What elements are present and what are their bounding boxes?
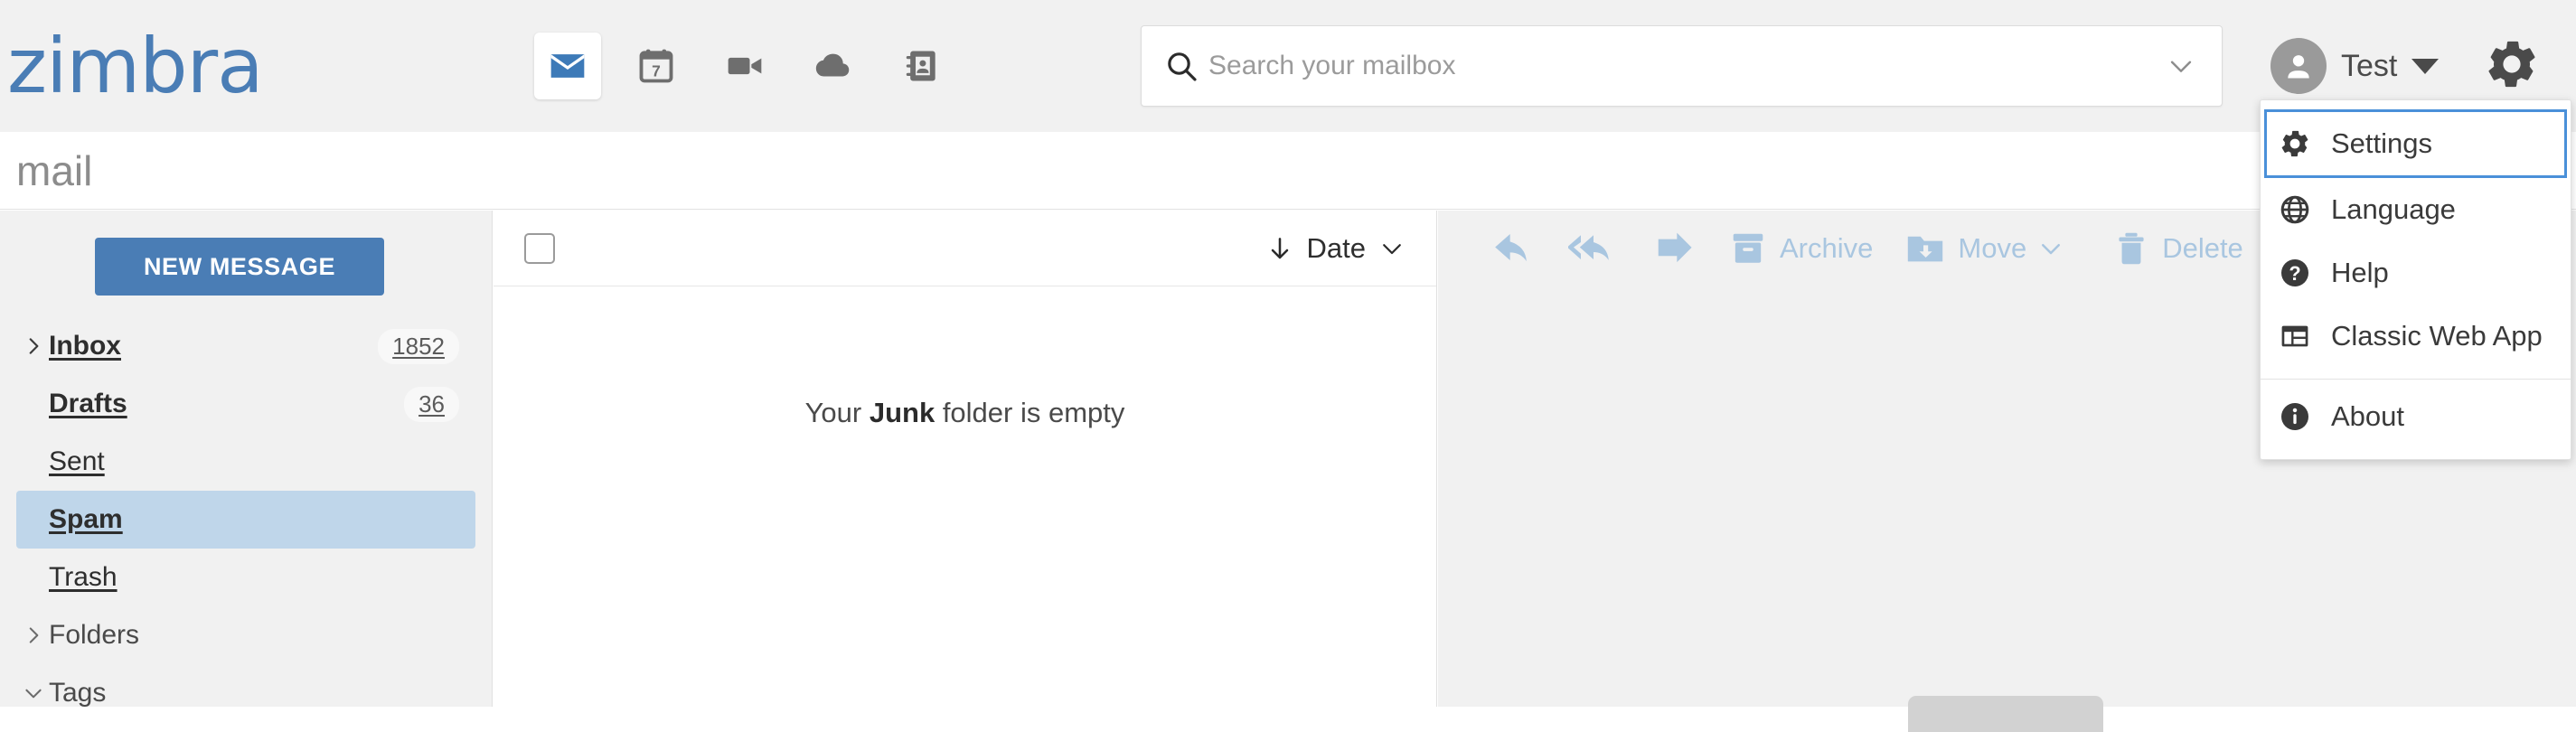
content-placeholder xyxy=(1908,696,2103,732)
move-folder-icon xyxy=(1908,236,1943,262)
chevron-down-icon[interactable] xyxy=(2166,51,2196,81)
search-input[interactable] xyxy=(1199,51,2166,81)
sidebar-item-tags[interactable]: Tags xyxy=(0,664,492,722)
menu-item-language[interactable]: Language xyxy=(2261,178,2571,241)
sidebar-item-trash[interactable]: Trash xyxy=(0,549,492,606)
gear-icon xyxy=(2277,127,2313,160)
zimbra-logo[interactable]: zimbra xyxy=(7,28,264,104)
sidebar-item-spam[interactable]: Spam xyxy=(16,491,475,549)
sidebar-item-label: Tags xyxy=(49,678,107,708)
sidebar-item-label: Spam xyxy=(49,504,123,534)
forward-icon xyxy=(1658,232,1692,263)
help-circle-icon: ? xyxy=(2277,257,2313,289)
sidebar-item-label: Drafts xyxy=(49,389,127,418)
avatar xyxy=(2270,38,2327,94)
move-button[interactable]: Move xyxy=(1904,227,2064,270)
sidebar-item-label: Folders xyxy=(49,620,140,650)
briefcase-cloud-app-icon[interactable] xyxy=(800,33,867,99)
sort-label: Date xyxy=(1306,231,1366,264)
reply-button[interactable] xyxy=(1490,225,1537,272)
chevron-right-icon[interactable] xyxy=(18,334,49,358)
menu-item-classic-web-app[interactable]: Classic Web App xyxy=(2261,305,2571,368)
app-switcher: 7 xyxy=(533,33,955,99)
drafts-count: 36 xyxy=(404,386,459,422)
sidebar-item-sent[interactable]: Sent xyxy=(0,433,492,491)
sidebar: NEW MESSAGE Inbox 1852 Drafts 36 Sent Sp… xyxy=(0,211,493,708)
app-title-bar: mail xyxy=(0,132,2576,210)
reply-all-button[interactable] xyxy=(1568,225,1619,272)
menu-item-label: Help xyxy=(2331,257,2389,288)
new-message-button[interactable]: NEW MESSAGE xyxy=(95,238,384,296)
menu-item-label: Settings xyxy=(2331,127,2433,159)
archive-button[interactable]: Archive xyxy=(1727,228,1873,269)
sidebar-item-drafts[interactable]: Drafts 36 xyxy=(0,375,492,433)
delete-button[interactable]: Delete xyxy=(2111,228,2243,269)
message-list-pane: Date Your Junk folder is empty xyxy=(494,211,1437,707)
sidebar-item-label: Inbox xyxy=(49,331,121,361)
mail-app-icon[interactable] xyxy=(533,33,601,99)
page-title: mail xyxy=(16,146,93,194)
sidebar-item-inbox[interactable]: Inbox 1852 xyxy=(0,317,492,375)
chevron-right-icon[interactable] xyxy=(18,624,49,647)
svg-text:?: ? xyxy=(2289,262,2300,285)
reply-icon xyxy=(1495,233,1527,262)
sidebar-item-folders[interactable]: Folders xyxy=(0,606,492,664)
archive-label: Archive xyxy=(1780,232,1874,264)
sort-control[interactable]: Date xyxy=(1265,232,1406,265)
forward-button[interactable] xyxy=(1650,225,1697,272)
menu-item-settings[interactable]: Settings xyxy=(2264,109,2567,178)
menu-item-help[interactable]: ? Help xyxy=(2261,241,2571,305)
arrow-down-icon[interactable] xyxy=(1265,234,1294,263)
layout-panel-icon xyxy=(2277,320,2313,352)
inbox-unread-count: 1852 xyxy=(378,328,459,364)
caret-down-icon[interactable] xyxy=(2411,58,2440,74)
gear-icon xyxy=(2488,41,2535,88)
empty-prefix: Your xyxy=(804,397,870,428)
sidebar-item-label: Trash xyxy=(49,562,118,592)
trash-icon xyxy=(2119,232,2144,265)
chevron-down-icon[interactable] xyxy=(18,681,49,705)
menu-item-label: About xyxy=(2331,400,2405,432)
settings-dropdown-menu: Settings Language ? Help Classic Web App… xyxy=(2260,99,2571,460)
delete-label: Delete xyxy=(2162,232,2243,264)
empty-folder-message: Your Junk folder is empty xyxy=(494,397,1436,429)
sidebar-item-label: Sent xyxy=(49,446,105,476)
folder-list: Inbox 1852 Drafts 36 Sent Spam Trash Fol… xyxy=(0,317,492,722)
globe-icon xyxy=(2277,193,2313,226)
calendar-day-number: 7 xyxy=(652,62,661,80)
contacts-app-icon[interactable] xyxy=(888,33,955,99)
menu-separator xyxy=(2261,379,2571,380)
select-all-checkbox[interactable] xyxy=(524,232,555,264)
settings-gear-button[interactable] xyxy=(2477,29,2547,99)
user-menu-button[interactable]: Test xyxy=(2270,31,2440,101)
empty-folder-name: Junk xyxy=(869,397,935,428)
empty-suffix: folder is empty xyxy=(935,397,1125,428)
message-list-header: Date xyxy=(494,211,1436,286)
menu-item-label: Language xyxy=(2331,193,2456,225)
info-circle-icon xyxy=(2277,400,2313,433)
chevron-down-icon[interactable] xyxy=(2037,235,2064,262)
menu-item-label: Classic Web App xyxy=(2331,320,2543,352)
calendar-app-icon[interactable]: 7 xyxy=(623,33,690,99)
user-name-label: Test xyxy=(2341,48,2398,83)
move-label: Move xyxy=(1958,232,2027,264)
search-icon xyxy=(1163,48,1199,84)
search-bar[interactable] xyxy=(1141,25,2223,107)
menu-item-about[interactable]: About xyxy=(2261,385,2571,448)
reply-all-icon xyxy=(1568,235,1609,260)
video-app-icon[interactable] xyxy=(711,33,778,99)
archive-icon xyxy=(1733,233,1763,263)
chevron-down-icon[interactable] xyxy=(1378,235,1406,262)
